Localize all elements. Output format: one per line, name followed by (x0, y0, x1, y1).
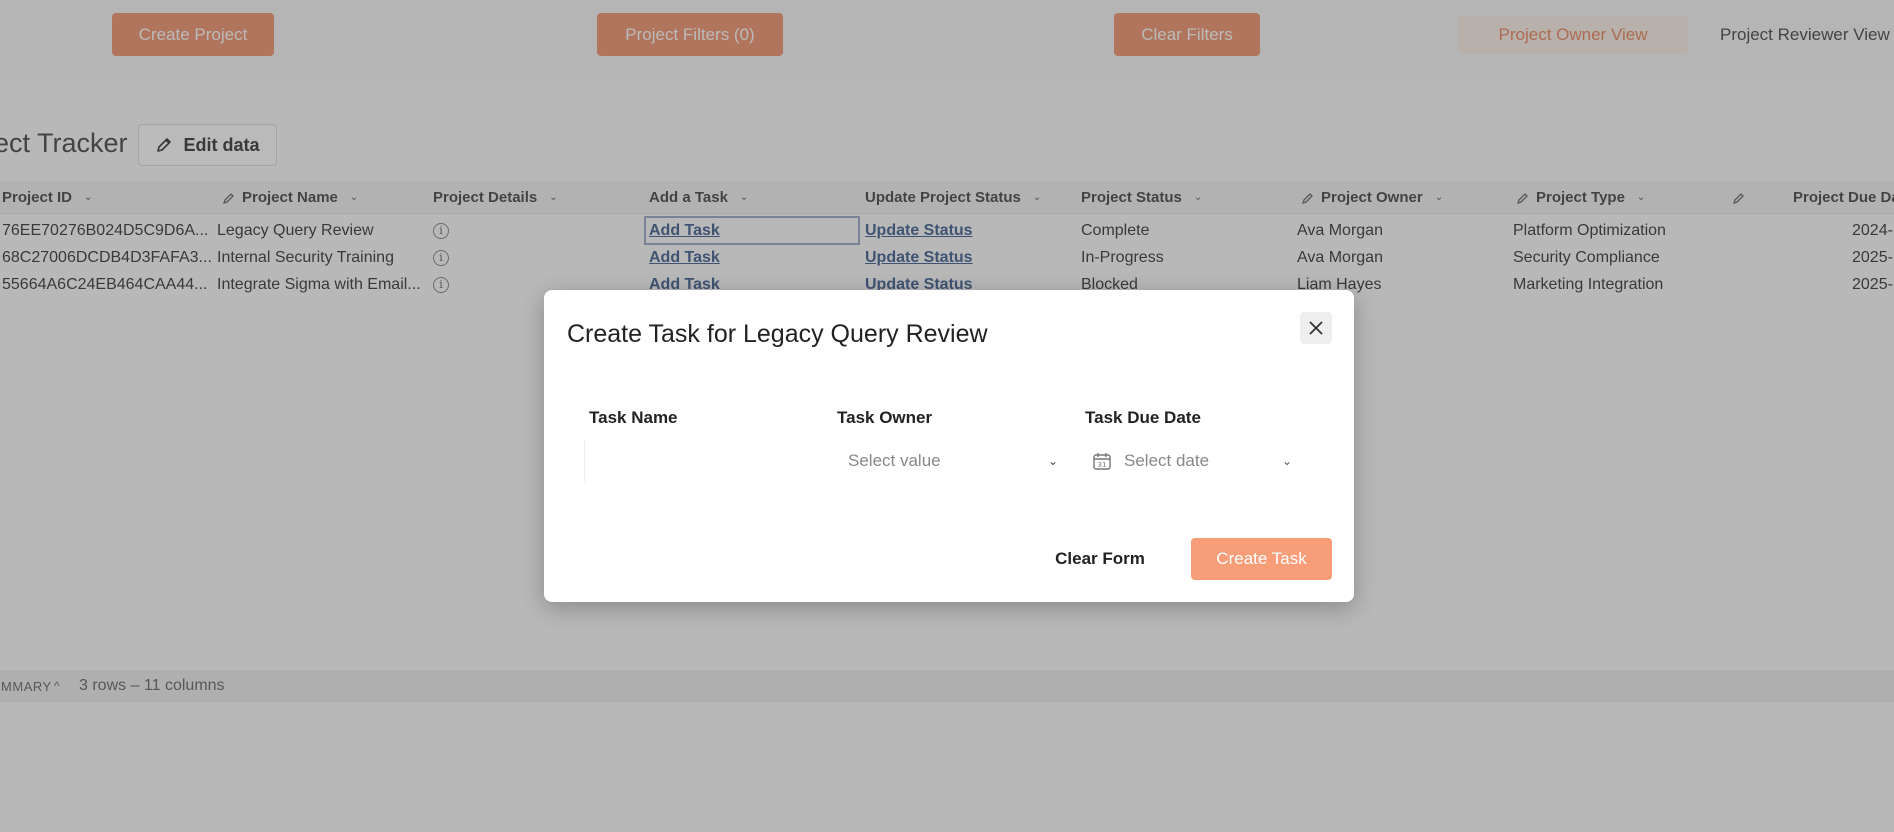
task-due-date-label: Task Due Date (1085, 408, 1201, 427)
calendar-icon: 31 (1093, 453, 1111, 470)
clear-form-button[interactable]: Clear Form (1044, 538, 1156, 580)
svg-text:31: 31 (1098, 461, 1107, 469)
task-name-label: Task Name (589, 408, 678, 427)
page: Create Project Project Filters (0) Clear… (0, 0, 1894, 832)
close-icon (1309, 321, 1323, 335)
task-owner-select[interactable]: Select value ⌄ (834, 440, 1064, 482)
task-due-date-picker[interactable]: 31 Select date ⌄ (1082, 440, 1322, 482)
task-name-input[interactable] (584, 440, 814, 482)
chevron-down-icon: ⌄ (1047, 454, 1058, 468)
task-owner-placeholder: Select value (848, 451, 941, 470)
dialog-title: Create Task for Legacy Query Review (567, 320, 988, 348)
task-due-date-placeholder: Select date (1124, 451, 1210, 470)
close-button[interactable] (1300, 312, 1332, 344)
task-owner-label: Task Owner (837, 408, 933, 427)
chevron-down-icon: ⌄ (1281, 454, 1292, 468)
create-task-dialog: Create Task for Legacy Query Review Task… (544, 290, 1354, 602)
create-task-button[interactable]: Create Task (1191, 538, 1332, 580)
